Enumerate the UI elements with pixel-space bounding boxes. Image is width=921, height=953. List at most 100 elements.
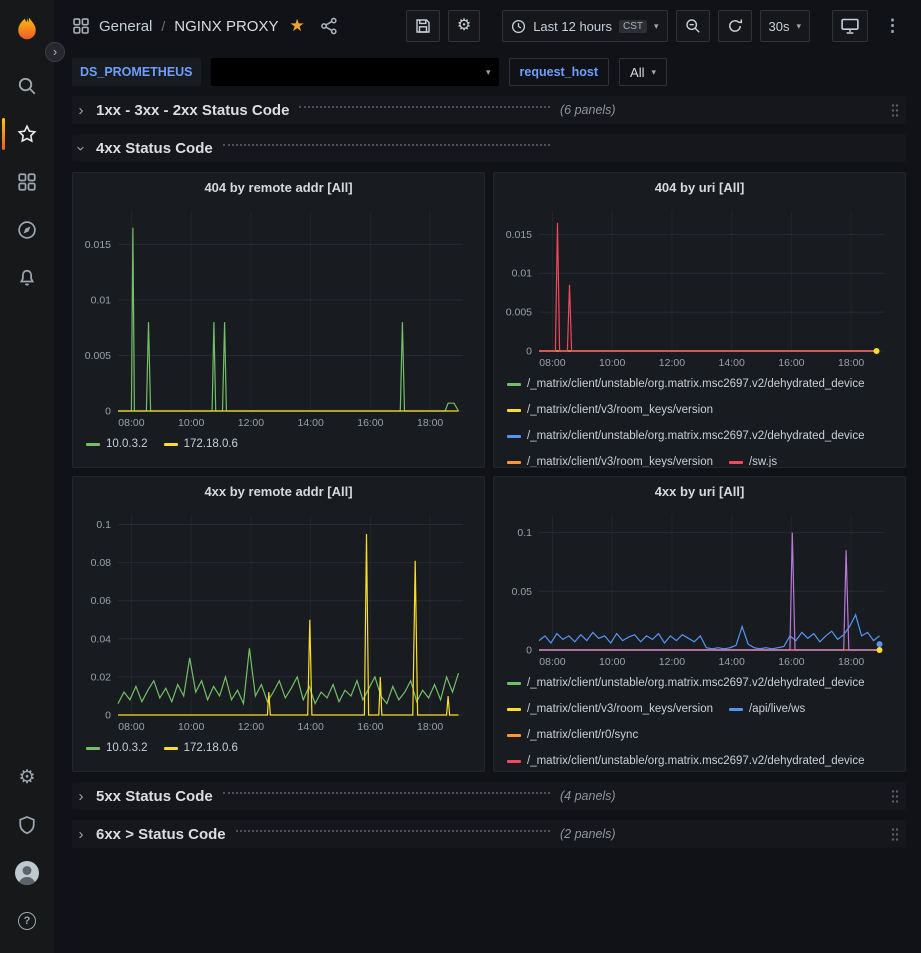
panel-title[interactable]: 404 by remote addr [All]	[73, 173, 484, 201]
breadcrumb-dashboard-title[interactable]: NGINX PROXY	[174, 18, 278, 35]
legend-series-color-icon	[507, 461, 521, 464]
legend-item[interactable]: /_matrix/client/r0/sync	[507, 729, 638, 741]
legend-row: /_matrix/client/v3/room_keys/version/sw.…	[507, 449, 895, 468]
breadcrumb-folder[interactable]: General	[99, 18, 152, 35]
legend-item[interactable]: 10.0.3.2	[86, 438, 148, 450]
caret-down-icon: ▾	[654, 21, 659, 32]
panel-chart[interactable]: 08:0010:0012:0014:0016:0018:0000.0050.01…	[76, 201, 475, 431]
save-dashboard-button[interactable]	[406, 10, 440, 42]
caret-down-icon: ▾	[486, 67, 491, 78]
sidebar-expand-button[interactable]: ›	[45, 42, 65, 62]
chevron-down-icon: ›	[73, 141, 90, 155]
sidebar-item-starred[interactable]	[0, 110, 54, 158]
caret-down-icon: ▾	[651, 67, 656, 78]
panel: 404 by remote addr [All]08:0010:0012:001…	[72, 172, 485, 468]
legend-item[interactable]: 172.18.0.6	[164, 742, 238, 754]
sidebar-item-explore[interactable]	[0, 206, 54, 254]
legend-series-color-icon	[164, 443, 178, 446]
legend-series-label: /_matrix/client/unstable/org.matrix.msc2…	[527, 430, 865, 442]
zoom-out-button[interactable]	[676, 10, 710, 42]
legend-item[interactable]: /sw.js	[729, 456, 777, 468]
axis-tick-label: 16:00	[778, 357, 804, 369]
axis-tick-label: 16:00	[357, 721, 383, 733]
row-panel-count: (2 panels)	[560, 827, 616, 841]
time-range-label: Last 12 hours	[533, 19, 612, 34]
legend-item[interactable]: /_matrix/client/v3/room_keys/version	[507, 404, 713, 416]
sidebar-item-configuration[interactable]: ⚙	[0, 753, 54, 801]
request-host-select[interactable]: All ▾	[619, 58, 667, 86]
sidebar-item-server-admin[interactable]	[0, 801, 54, 849]
axis-tick-label: 0.05	[512, 586, 533, 598]
axis-tick-label: 18:00	[417, 417, 443, 429]
legend-series-color-icon	[507, 708, 521, 711]
legend-item[interactable]: 10.0.3.2	[86, 742, 148, 754]
row-title: 6xx > Status Code	[96, 826, 226, 843]
panel-title[interactable]: 4xx by remote addr [All]	[73, 477, 484, 505]
legend-item[interactable]: /_matrix/client/unstable/org.matrix.msc2…	[507, 755, 865, 767]
axis-tick-label: 12:00	[238, 417, 264, 429]
user-avatar[interactable]	[0, 849, 54, 897]
chevron-right-icon: ›	[74, 788, 88, 805]
row-1xx-3xx-2xx-status-code[interactable]: › 1xx - 3xx - 2xx Status Code (6 panels)	[72, 96, 906, 124]
legend-item[interactable]: /_matrix/client/v3/room_keys/version	[507, 703, 713, 715]
legend-row: /_matrix/client/unstable/org.matrix.msc2…	[507, 748, 895, 772]
row-dotted-leader	[223, 792, 550, 794]
drag-handle-icon[interactable]	[890, 103, 900, 118]
axis-tick-label: 08:00	[539, 656, 565, 668]
legend-series-label: 10.0.3.2	[106, 742, 148, 754]
legend-item[interactable]: /_matrix/client/unstable/org.matrix.msc2…	[507, 378, 865, 390]
more-options-button[interactable]: ⋮	[876, 10, 909, 42]
legend-item[interactable]: /_matrix/client/unstable/org.matrix.msc2…	[507, 430, 865, 442]
apps-grid-icon	[72, 17, 90, 35]
breadcrumb-separator: /	[161, 18, 165, 34]
grafana-logo[interactable]	[5, 6, 49, 50]
legend-item[interactable]: /_matrix/client/unstable/org.matrix.msc2…	[507, 677, 865, 689]
row-6xx-status-code[interactable]: › 6xx > Status Code (2 panels)	[72, 820, 906, 848]
panel-legend: 10.0.3.2 172.18.0.6	[73, 735, 484, 761]
legend-series-color-icon	[507, 734, 521, 737]
series-line	[539, 615, 880, 649]
row-panel-count: (4 panels)	[560, 789, 616, 803]
caret-down-icon: ▾	[796, 21, 801, 32]
row-4xx-status-code[interactable]: › 4xx Status Code	[72, 134, 906, 162]
panel-chart[interactable]: 08:0010:0012:0014:0016:0018:0000.020.040…	[76, 505, 475, 735]
favorite-star-icon[interactable]: ★	[289, 16, 304, 36]
drag-handle-icon[interactable]	[890, 827, 900, 842]
axis-tick-label: 12:00	[238, 721, 264, 733]
legend-series-label: /_matrix/client/r0/sync	[527, 729, 638, 741]
datasource-select[interactable]: ▾	[211, 58, 499, 86]
panel-chart[interactable]: 08:0010:0012:0014:0016:0018:0000.050.1	[497, 505, 896, 670]
axis-tick-label: 10:00	[178, 417, 204, 429]
time-range-picker[interactable]: Last 12 hours CST ▾	[502, 10, 667, 42]
refresh-button[interactable]	[718, 10, 752, 42]
variables-submenu: DS_PROMETHEUS ▾ request_host All ▾	[54, 52, 921, 96]
legend-series-label: /_matrix/client/unstable/org.matrix.msc2…	[527, 755, 865, 767]
legend-row: /_matrix/client/v3/room_keys/version/api…	[507, 696, 895, 722]
legend-series-color-icon	[507, 435, 521, 438]
search-icon[interactable]	[0, 62, 54, 110]
grafana-app: ⚙ ? › General / NGINX PROXY ★	[0, 0, 921, 953]
sidebar-item-dashboards[interactable]	[0, 158, 54, 206]
share-icon[interactable]	[320, 17, 338, 35]
legend-series-color-icon	[86, 747, 100, 750]
legend-item[interactable]: /_matrix/client/v3/room_keys/version	[507, 456, 713, 468]
dashboard-settings-button[interactable]: ⚙	[448, 10, 480, 42]
panel-chart[interactable]: 08:0010:0012:0014:0016:0018:0000.0050.01…	[497, 201, 896, 371]
axis-tick-label: 0.015	[85, 239, 111, 251]
row-dotted-leader	[223, 144, 550, 146]
legend-series-label: /_matrix/client/unstable/org.matrix.msc2…	[527, 378, 865, 390]
panel-legend: 10.0.3.2 172.18.0.6	[73, 431, 484, 457]
row-5xx-status-code[interactable]: › 5xx Status Code (4 panels)	[72, 782, 906, 810]
panel-title[interactable]: 4xx by uri [All]	[494, 477, 905, 505]
refresh-interval-label: 30s	[769, 19, 790, 34]
series-line	[118, 648, 459, 703]
sidebar-item-alerting[interactable]	[0, 254, 54, 302]
drag-handle-icon[interactable]	[890, 789, 900, 804]
legend-item[interactable]: 172.18.0.6	[164, 438, 238, 450]
tv-mode-button[interactable]	[832, 10, 868, 42]
sidebar-item-help[interactable]: ?	[0, 897, 54, 945]
refresh-interval-dropdown[interactable]: 30s ▾	[760, 10, 811, 42]
legend-item[interactable]: /api/live/ws	[729, 703, 805, 715]
legend-series-label: /_matrix/client/v3/room_keys/version	[527, 703, 713, 715]
panel-title[interactable]: 404 by uri [All]	[494, 173, 905, 201]
